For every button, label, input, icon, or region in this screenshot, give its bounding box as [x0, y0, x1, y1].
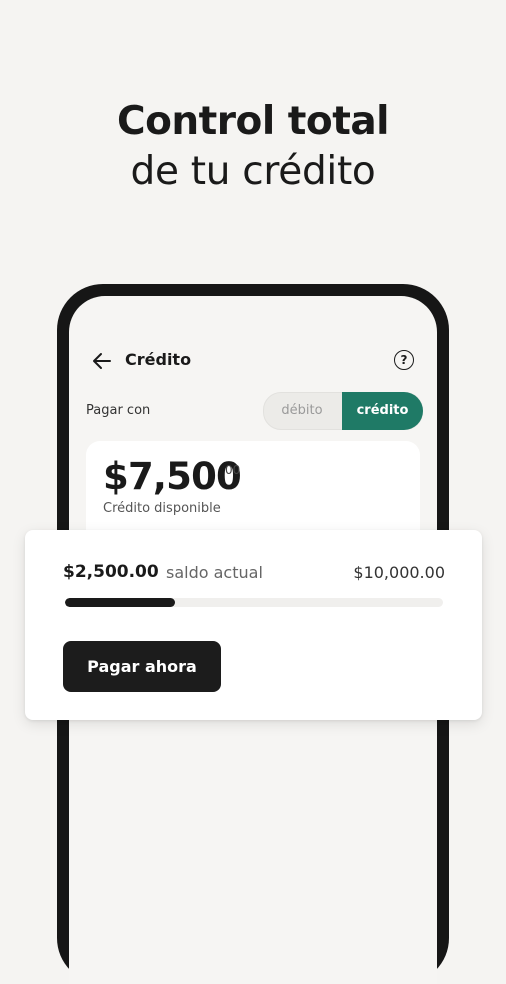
headline-title: Control total [116, 99, 390, 144]
current-balance-amount: $2,500.00 [63, 562, 159, 582]
headline: Control total de tu crédito [0, 98, 506, 198]
current-balance-card: $2,500.00 saldo actual $10,000.00 Pagar … [25, 530, 482, 720]
headline-subtitle: de tu crédito [130, 149, 376, 194]
credit-usage-progress-fill [65, 598, 175, 607]
arrow-left-icon[interactable] [91, 351, 113, 371]
question-circle-icon[interactable]: ? [394, 350, 414, 370]
available-amount-cents: 00 [225, 463, 241, 477]
credit-usage-progress [65, 598, 443, 607]
toggle-option-debit[interactable]: débito [264, 393, 340, 429]
available-label: Crédito disponible [103, 501, 221, 516]
pay-now-button[interactable]: Pagar ahora [63, 641, 221, 692]
available-amount: $7,500 [103, 455, 242, 498]
toggle-option-credit[interactable]: crédito [342, 392, 423, 430]
credit-limit: $10,000.00 [353, 563, 445, 582]
current-balance-label: saldo actual [166, 563, 263, 582]
page-title: Crédito [125, 350, 192, 369]
pay-with-label: Pagar con [86, 403, 151, 418]
payment-method-toggle[interactable]: débito crédito [263, 392, 423, 430]
app-bar: Crédito ? [69, 348, 437, 374]
